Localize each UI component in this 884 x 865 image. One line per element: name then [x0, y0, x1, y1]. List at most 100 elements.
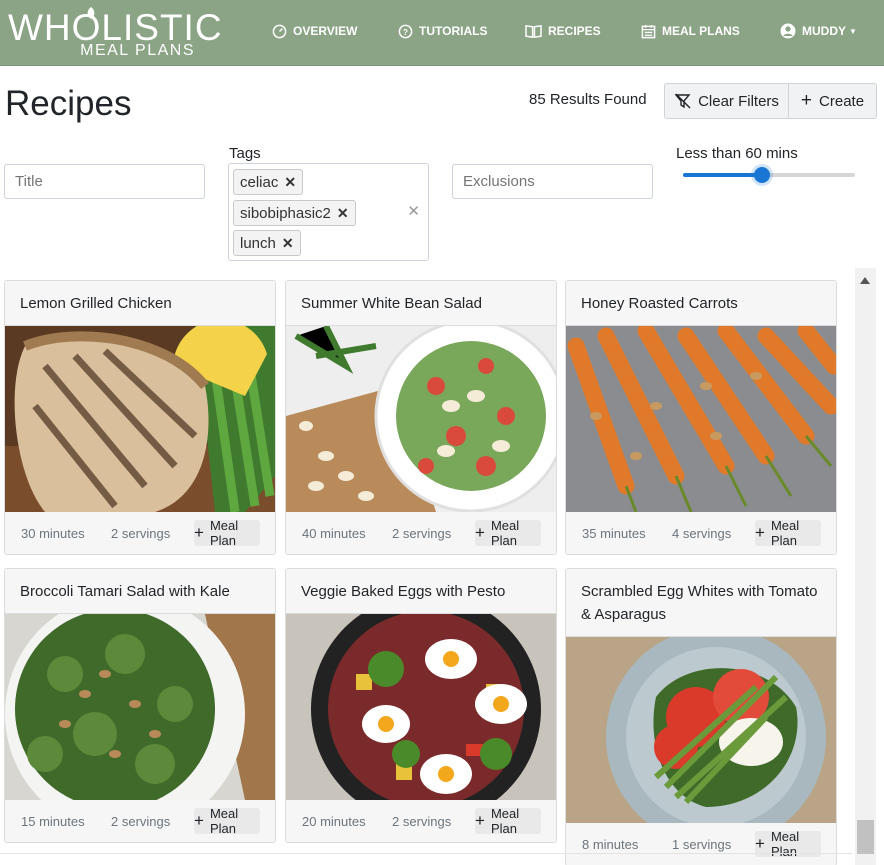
page-title: Recipes	[5, 84, 132, 123]
time-slider[interactable]	[683, 167, 855, 183]
nav-overview[interactable]: OVERVIEW	[272, 20, 357, 42]
scroll-up-arrow-icon[interactable]	[860, 277, 870, 284]
tag-chip: sibobiphasic2 ✕	[233, 200, 356, 226]
recipe-time: 20 minutes	[302, 814, 366, 829]
recipe-card[interactable]: Lemon Grilled Chicken 30 minutes 2 servi…	[4, 280, 276, 555]
add-to-meal-plan-button[interactable]: + Meal Plan	[755, 518, 821, 548]
plus-icon: +	[755, 523, 765, 542]
results-count: 85 Results Found	[529, 91, 647, 108]
add-to-meal-plan-button[interactable]: + Meal Plan	[194, 518, 260, 548]
nav-tutorials-label: TUTORIALS	[419, 24, 488, 38]
question-circle-icon: ?	[398, 24, 413, 38]
recipe-card-footer: 40 minutes 2 servings + Meal Plan	[286, 512, 556, 554]
recipe-card-footer: 20 minutes 2 servings + Meal Plan	[286, 800, 556, 842]
clear-tags-icon[interactable]: ✕	[407, 202, 420, 220]
recipe-time: 40 minutes	[302, 526, 366, 541]
recipe-title[interactable]: Veggie Baked Eggs with Pesto	[286, 569, 556, 614]
recipe-servings: 2 servings	[392, 814, 452, 829]
create-label: Create	[819, 92, 865, 110]
nav-recipes-label: RECIPES	[548, 24, 601, 38]
recipe-servings: 1 servings	[672, 837, 732, 852]
plus-icon: +	[800, 90, 813, 111]
plus-icon: +	[194, 811, 204, 830]
scrollbar-thumb[interactable]	[857, 820, 874, 854]
recipe-card-footer: 30 minutes 2 servings + Meal Plan	[5, 512, 275, 554]
exclusions-filter-input[interactable]	[452, 164, 653, 199]
meal-plan-button-label: Meal Plan	[490, 518, 520, 548]
recipe-time: 15 minutes	[21, 814, 85, 829]
add-to-meal-plan-button[interactable]: + Meal Plan	[475, 518, 541, 548]
nav-overview-label: OVERVIEW	[293, 24, 358, 38]
recipe-title[interactable]: Lemon Grilled Chicken	[5, 281, 275, 326]
recipe-card[interactable]: Broccoli Tamari Salad with Kale 15 minut…	[4, 568, 276, 843]
time-slider-label: Less than 60 mins	[676, 145, 798, 162]
title-filter-input[interactable]	[4, 164, 205, 199]
recipe-servings: 2 servings	[111, 526, 171, 541]
caret-down-icon: ▼	[849, 26, 857, 36]
baked-eggs-photo[interactable]	[286, 614, 556, 800]
plus-icon: +	[755, 834, 765, 853]
time-slider-thumb[interactable]	[754, 167, 771, 183]
recipe-title[interactable]: Honey Roasted Carrots	[566, 281, 836, 326]
clear-filters-label: Clear Filters	[698, 92, 779, 110]
egg-whites-photo[interactable]	[566, 637, 836, 823]
meal-plan-button-label: Meal Plan	[770, 518, 800, 548]
nav-meal-plans-label: MEAL PLANS	[662, 24, 740, 38]
remove-tag-icon[interactable]: ✕	[337, 205, 349, 222]
recipe-time: 30 minutes	[21, 526, 85, 541]
tag-chip-label: lunch	[240, 234, 276, 252]
recipe-card[interactable]: Honey Roasted Carrots 35 minutes 4 servi…	[565, 280, 837, 555]
meal-plan-button-label: Meal Plan	[490, 806, 520, 836]
action-button-group: Clear Filters + Create	[664, 83, 877, 119]
recipe-card[interactable]: Scrambled Egg Whites with Tomato & Aspar…	[565, 568, 837, 865]
recipe-card-footer: 15 minutes 2 servings + Meal Plan	[5, 800, 275, 842]
plus-icon: +	[475, 523, 485, 542]
tag-chip: lunch ✕	[233, 230, 301, 256]
recipe-servings: 2 servings	[392, 526, 452, 541]
remove-tag-icon[interactable]: ✕	[284, 174, 296, 191]
top-navbar: WHOLISTIC MEAL PLANS OVERVIEW ? TUTORIAL…	[0, 0, 884, 66]
add-to-meal-plan-button[interactable]: + Meal Plan	[194, 806, 260, 836]
calendar-icon	[641, 24, 656, 38]
bean-salad-photo[interactable]	[286, 326, 556, 512]
clear-filters-button[interactable]: Clear Filters	[665, 84, 789, 118]
roasted-carrots-photo[interactable]	[566, 326, 836, 512]
recipe-time: 8 minutes	[582, 837, 639, 852]
nav-tutorials[interactable]: ? TUTORIALS	[398, 20, 487, 42]
tag-chip-label: sibobiphasic2	[240, 204, 331, 222]
meal-plan-button-label: Meal Plan	[209, 518, 239, 548]
dashboard-icon	[272, 24, 287, 38]
user-menu[interactable]: MUDDY ▼	[780, 20, 857, 42]
leaf-icon	[87, 7, 95, 19]
recipe-servings: 2 servings	[111, 814, 171, 829]
add-to-meal-plan-button[interactable]: + Meal Plan	[475, 806, 541, 836]
plus-icon: +	[475, 811, 485, 830]
recipe-card[interactable]: Summer White Bean Salad 40 minutes 2 ser…	[285, 280, 557, 555]
recipe-time: 35 minutes	[582, 526, 646, 541]
recipe-card[interactable]: Veggie Baked Eggs with Pesto 20 minutes …	[285, 568, 557, 843]
recipe-card-footer: 8 minutes 1 servings + Meal Plan	[566, 823, 836, 865]
nav-meal-plans[interactable]: MEAL PLANS	[641, 20, 740, 42]
grid-scrollbar[interactable]	[855, 268, 876, 865]
grilled-chicken-photo[interactable]	[5, 326, 275, 512]
tag-chip-label: celiac	[240, 173, 279, 191]
filter-off-icon	[674, 93, 691, 109]
recipe-title[interactable]: Summer White Bean Salad	[286, 281, 556, 326]
brand-logo[interactable]: WHOLISTIC MEAL PLANS	[8, 6, 222, 62]
meal-plan-button-label: Meal Plan	[209, 806, 239, 836]
recipe-grid: Lemon Grilled Chicken 30 minutes 2 servi…	[0, 268, 852, 865]
create-button[interactable]: + Create	[789, 84, 876, 118]
svg-text:?: ?	[403, 26, 408, 36]
divider	[0, 853, 852, 854]
tags-select[interactable]: celiac ✕ sibobiphasic2 ✕ lunch ✕ ✕	[228, 163, 429, 261]
tag-chip: celiac ✕	[233, 169, 304, 195]
time-slider-fill	[683, 173, 763, 177]
broccoli-salad-photo[interactable]	[5, 614, 275, 800]
remove-tag-icon[interactable]: ✕	[282, 235, 294, 252]
nav-recipes[interactable]: RECIPES	[525, 20, 601, 42]
recipe-title[interactable]: Scrambled Egg Whites with Tomato & Aspar…	[566, 569, 836, 637]
user-name: MUDDY	[802, 24, 846, 38]
recipe-title[interactable]: Broccoli Tamari Salad with Kale	[5, 569, 275, 614]
book-icon	[525, 24, 542, 38]
recipe-card-footer: 35 minutes 4 servings + Meal Plan	[566, 512, 836, 554]
